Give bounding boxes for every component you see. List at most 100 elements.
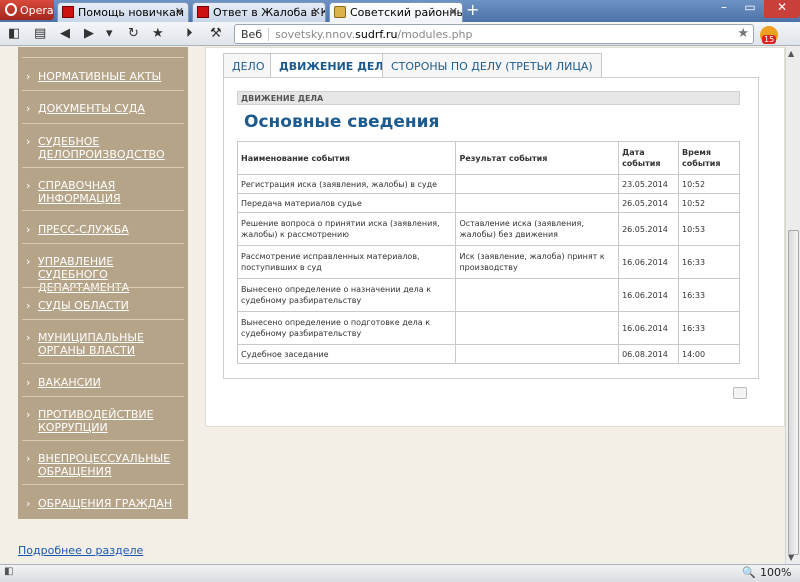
browser-tab-1[interactable]: Помощь новичкам - ... ✕ xyxy=(57,2,189,22)
event-time-cell: 14:00 xyxy=(678,344,740,364)
forum-favicon-icon xyxy=(62,6,74,18)
tab-list-icon[interactable]: ▤ xyxy=(34,26,46,41)
menu-divider xyxy=(22,123,184,124)
menu-divider xyxy=(22,319,184,320)
speed-dial-icon[interactable]: ⏵ xyxy=(186,26,193,41)
new-tab-button[interactable]: + xyxy=(466,2,482,19)
column-header-event-date: Дата события xyxy=(618,141,680,175)
back-icon[interactable]: ◀ xyxy=(60,26,70,41)
arrow-right-icon: › xyxy=(26,255,31,268)
bookmark-page-icon[interactable]: ★ xyxy=(737,26,749,41)
sidebar-item-judicial-department[interactable]: › УПРАВЛЕНИЕ СУДЕБНОГО ДЕПАРТАМЕНТА xyxy=(26,255,184,294)
event-date-cell: 26.05.2014 xyxy=(618,212,680,246)
event-result-cell xyxy=(455,174,620,194)
close-window-button[interactable]: ✕ xyxy=(764,0,800,18)
event-name-cell: Решение вопроса о принятии иска (заявлен… xyxy=(236,212,457,246)
status-panel-icon[interactable]: ◧ xyxy=(4,566,13,577)
page-scrollbar[interactable]: ▲ ▼ xyxy=(785,47,800,564)
sidebar-item-anti-corruption[interactable]: › ПРОТИВОДЕЙСТВИЕ КОРРУПЦИИ xyxy=(26,408,184,434)
sidebar-item-judicial-records[interactable]: › СУДЕБНОЕ ДЕЛОПРОИЗВОДСТВО xyxy=(26,135,184,161)
arrow-right-icon: › xyxy=(26,331,31,344)
maximize-button[interactable]: ▭ xyxy=(738,0,762,18)
sidebar-item-press-service[interactable]: › ПРЕСС-СЛУЖБА xyxy=(26,223,184,236)
menu-divider xyxy=(22,287,184,288)
sidebar-item-municipal-authorities[interactable]: › МУНИЦИПАЛЬНЫЕ ОРГАНЫ ВЛАСТИ xyxy=(26,331,184,357)
event-name-cell: Судебное заседание xyxy=(236,344,457,364)
events-table: Наименование события Результат события Д… xyxy=(236,141,740,364)
panel-toggle-icon[interactable]: ◧ xyxy=(8,26,20,41)
close-tab-icon[interactable]: ✕ xyxy=(312,5,321,18)
sidebar-item-citizen-appeals[interactable]: › ОБРАЩЕНИЯ ГРАЖДАН xyxy=(26,497,184,510)
event-name-cell: Рассмотрение исправленных материалов, по… xyxy=(236,245,457,279)
tab-case-parties[interactable]: СТОРОНЫ ПО ДЕЛУ (ТРЕТЬИ ЛИЦА) xyxy=(382,53,602,78)
court-favicon-icon xyxy=(334,6,346,18)
close-tab-icon[interactable]: ✕ xyxy=(449,5,458,18)
menu-divider xyxy=(22,396,184,397)
arrow-right-icon: › xyxy=(26,102,31,115)
forward-icon[interactable]: ▶ xyxy=(84,26,94,41)
sidebar-item-vacancies[interactable]: › ВАКАНСИИ xyxy=(26,376,184,389)
section-details-link[interactable]: Подробнее о разделе xyxy=(18,544,143,557)
table-row: Рассмотрение исправленных материалов, по… xyxy=(236,245,740,279)
status-bar: ◧ 🔍 100% xyxy=(0,564,800,582)
tab-case[interactable]: ДЕЛО xyxy=(223,53,274,78)
history-dropdown-icon[interactable]: ▾ xyxy=(106,26,113,41)
event-date-cell: 16.06.2014 xyxy=(618,278,680,312)
browser-tab-3-active[interactable]: Советский районный ... ✕ xyxy=(329,2,463,22)
notification-count: 15 xyxy=(762,35,777,44)
menu-divider xyxy=(22,167,184,168)
event-date-cell: 16.06.2014 xyxy=(618,245,680,279)
bookmark-star-icon[interactable]: ★ xyxy=(152,26,164,41)
search-engine-label[interactable]: Веб xyxy=(239,28,270,41)
event-time-cell: 16:33 xyxy=(678,245,740,279)
url-path: /modules.php xyxy=(397,28,473,41)
table-header-row: Наименование события Результат события Д… xyxy=(236,141,740,175)
event-date-cell: 23.05.2014 xyxy=(618,174,680,194)
zoom-level[interactable]: 100% xyxy=(760,566,791,579)
reload-icon[interactable]: ↻ xyxy=(128,26,139,41)
menu-divider xyxy=(22,484,184,485)
sidebar-item-court-documents[interactable]: › ДОКУМЕНТЫ СУДА xyxy=(26,102,184,115)
event-date-cell: 06.08.2014 xyxy=(618,344,680,364)
zoom-icon[interactable]: 🔍 xyxy=(742,566,756,579)
panel-title: Основные сведения xyxy=(244,112,440,132)
browser-tab-2[interactable]: Ответ в Жалоба в Ква... ✕ xyxy=(192,2,326,22)
event-result-cell: Оставление иска (заявления, жалобы) без … xyxy=(455,212,620,246)
table-row: Вынесено определение о подготовке дела к… xyxy=(236,311,740,345)
event-result-cell: Иск (заявление, жалоба) принят к произво… xyxy=(455,245,620,279)
event-time-cell: 10:53 xyxy=(678,212,740,246)
arrow-right-icon: › xyxy=(26,179,31,192)
event-result-cell xyxy=(455,278,620,312)
browser-tab-bar: Opera Помощь новичкам - ... ✕ Ответ в Жа… xyxy=(0,0,800,22)
table-row: Судебное заседание 06.08.2014 14:00 xyxy=(236,344,740,364)
sidebar-menu: › НОРМАТИВНЫЕ АКТЫ › ДОКУМЕНТЫ СУДА › СУДЕБ… xyxy=(18,47,188,519)
scroll-up-icon[interactable]: ▲ xyxy=(788,49,794,58)
web-page: › НОРМАТИВНЫЕ АКТЫ › ДОКУМЕНТЫ СУДА › СУДЕБ… xyxy=(0,47,785,564)
table-row: Вынесено определение о назначении дела к… xyxy=(236,278,740,312)
address-field[interactable]: Веб sovetsky.nnov.sudrf.ru/modules.php ★ xyxy=(234,24,754,44)
scrollbar-thumb[interactable] xyxy=(788,230,799,555)
settings-wrench-icon[interactable]: ⚒ xyxy=(210,26,222,41)
sidebar-item-reference-info[interactable]: › СПРАВОЧНАЯ ИНФОРМАЦИЯ xyxy=(26,179,184,205)
event-time-cell: 10:52 xyxy=(678,174,740,194)
table-row: Регистрация иска (заявления, жалобы) в с… xyxy=(236,174,740,194)
print-icon[interactable] xyxy=(733,387,747,399)
forum-favicon-icon xyxy=(197,6,209,18)
minimize-button[interactable]: – xyxy=(712,0,736,18)
column-header-event-time: Время события xyxy=(678,141,740,175)
table-row: Передача материалов судье 26.05.2014 10:… xyxy=(236,193,740,213)
url-domain: sudrf.ru xyxy=(355,28,398,41)
arrow-right-icon: › xyxy=(26,70,31,83)
menu-divider xyxy=(22,363,184,364)
column-header-event-name: Наименование события xyxy=(236,141,457,175)
sidebar-item-normative-acts[interactable]: › НОРМАТИВНЫЕ АКТЫ xyxy=(26,70,184,83)
case-content-area: ДЕЛО ДВИЖЕНИЕ ДЕЛА СТОРОНЫ ПО ДЕЛУ (ТРЕТ… xyxy=(205,47,785,427)
opera-menu-button[interactable]: Opera xyxy=(0,0,54,20)
sidebar-item-regional-courts[interactable]: › СУДЫ ОБЛАСТИ xyxy=(26,299,184,312)
sidebar-item-extra-procedural-appeals[interactable]: › ВНЕПРОЦЕССУАЛЬНЫЕ ОБРАЩЕНИЯ xyxy=(26,452,184,478)
close-tab-icon[interactable]: ✕ xyxy=(175,5,184,18)
scroll-down-icon[interactable]: ▼ xyxy=(788,553,794,562)
url-host: sovetsky.nnov. xyxy=(275,28,356,41)
table-row: Решение вопроса о принятии иска (заявлен… xyxy=(236,212,740,246)
menu-divider xyxy=(22,90,184,91)
